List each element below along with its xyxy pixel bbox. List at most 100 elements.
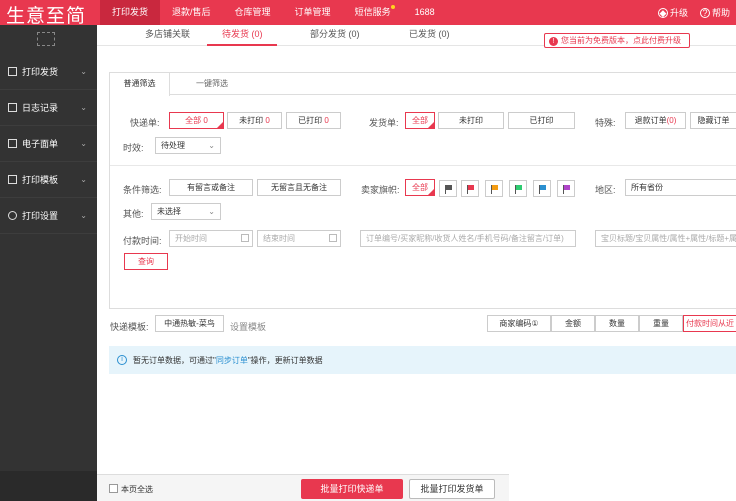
region-select[interactable]: 所有省份 bbox=[625, 179, 736, 196]
sidebar-item-label: 日志记录 bbox=[22, 103, 59, 113]
calendar-icon bbox=[329, 234, 337, 242]
hidden-orders-button[interactable]: 隐藏订单 bbox=[690, 112, 736, 129]
upgrade-notice[interactable]: ! 您当前为免费版本，点此付费升级 bbox=[544, 33, 690, 48]
tab-shipped[interactable]: 已发货 (0) bbox=[409, 27, 450, 40]
tab-quick-filter[interactable]: 一键筛选 bbox=[182, 73, 242, 95]
express-label: 快递单: bbox=[130, 118, 160, 128]
active-tab-indicator bbox=[207, 44, 277, 46]
flag-icon bbox=[468, 185, 474, 190]
help-link[interactable]: ? 帮助 bbox=[699, 6, 730, 19]
alert-icon: ! bbox=[549, 37, 558, 46]
other-select[interactable]: 未选择 ⌄ bbox=[151, 203, 221, 220]
special-label: 特殊: bbox=[595, 118, 616, 128]
sort-amount-button[interactable]: 金额 bbox=[551, 315, 595, 332]
sort-quantity-button[interactable]: 数量 bbox=[595, 315, 639, 332]
tab-pending-ship[interactable]: 待发货 (0) bbox=[222, 27, 263, 40]
flag-green-button[interactable] bbox=[509, 180, 527, 197]
express-template-button[interactable]: 中通热敏-菜鸟 bbox=[155, 315, 224, 332]
sidebar-item-label: 打印发货 bbox=[22, 67, 59, 77]
express-all-count: 0 bbox=[203, 116, 208, 125]
sidebar-item-print-ship[interactable]: 打印发货 ⌄ bbox=[0, 54, 97, 90]
top-right-actions: ◆ 升级 ? 帮助 bbox=[657, 0, 730, 25]
express-printed-label: 已打印 bbox=[298, 116, 323, 125]
nav-1688[interactable]: 1688 bbox=[403, 0, 447, 25]
pay-time-label: 付款时间: bbox=[123, 236, 162, 246]
info-text-after: "操作，更新订单数据 bbox=[247, 356, 323, 365]
log-icon bbox=[8, 103, 17, 112]
express-unprinted-label: 未打印 bbox=[239, 116, 264, 125]
upgrade-link[interactable]: ◆ 升级 bbox=[657, 6, 688, 19]
invoice-all-button[interactable]: 全部 bbox=[405, 112, 435, 129]
info-icon: i bbox=[117, 355, 127, 365]
select-all-checkbox[interactable] bbox=[109, 484, 118, 493]
batch-print-express-button[interactable]: 批量打印快递单 bbox=[301, 479, 403, 499]
sidebar: 打印发货 ⌄ 日志记录 ⌄ 电子面单 ⌄ 打印模板 ⌄ 打印设置 ⌄ bbox=[0, 25, 97, 501]
sidebar-item-ewaybill[interactable]: 电子面单 ⌄ bbox=[0, 126, 97, 162]
sort-paytime-button[interactable]: 付款时间从近 bbox=[683, 315, 736, 332]
search-button[interactable]: 查询 bbox=[124, 253, 168, 270]
tab-multi-shop[interactable]: 多店铺关联 bbox=[145, 27, 190, 40]
sort-seller-code-button[interactable]: 商家编码① bbox=[487, 315, 551, 332]
seller-flag-label: 卖家旗帜: bbox=[361, 185, 400, 195]
sidebar-item-settings[interactable]: 打印设置 ⌄ bbox=[0, 198, 97, 234]
nav-sms[interactable]: 短信服务 bbox=[343, 0, 403, 25]
sidebar-item-label: 电子面单 bbox=[22, 139, 59, 149]
flag-purple-button[interactable] bbox=[557, 180, 575, 197]
flag-gray-button[interactable] bbox=[439, 180, 457, 197]
template-icon bbox=[8, 175, 17, 184]
app-logo[interactable]: 生意至简 bbox=[6, 1, 86, 28]
nav-orders[interactable]: 订单管理 bbox=[283, 0, 343, 25]
refund-orders-count: (0) bbox=[666, 116, 677, 125]
sidebar-footer bbox=[0, 471, 97, 501]
template-settings-link[interactable]: 设置模板 bbox=[230, 320, 266, 333]
seller-flag-all-button[interactable]: 全部 bbox=[405, 179, 435, 196]
calendar-icon bbox=[241, 234, 249, 242]
chevron-down-icon: ⌄ bbox=[80, 67, 87, 76]
express-unprinted-count: 0 bbox=[265, 116, 270, 125]
sync-orders-link[interactable]: 同步订单 bbox=[216, 356, 248, 365]
invoice-unprinted-button[interactable]: 未打印 bbox=[438, 112, 504, 129]
bottom-action-bar: 本页全选 批量打印快递单 批量打印发货单 bbox=[97, 474, 509, 501]
express-unprinted-button[interactable]: 未打印 0 bbox=[227, 112, 282, 129]
end-time-input[interactable]: 结束时间 bbox=[257, 230, 341, 247]
sidebar-item-label: 打印设置 bbox=[22, 211, 59, 221]
chevron-down-icon: ⌄ bbox=[80, 211, 87, 220]
nav-print-ship[interactable]: 打印发货 bbox=[100, 0, 161, 25]
sidebar-item-logs[interactable]: 日志记录 ⌄ bbox=[0, 90, 97, 126]
printer-icon bbox=[8, 67, 17, 76]
gear-icon bbox=[8, 211, 17, 220]
flag-blue-button[interactable] bbox=[533, 180, 551, 197]
refund-orders-button[interactable]: 退款订单(0) bbox=[625, 112, 686, 129]
batch-print-invoice-button[interactable]: 批量打印发货单 bbox=[409, 479, 495, 499]
aging-label: 时效: bbox=[123, 143, 144, 153]
product-search-input[interactable]: 宝贝标题/宝贝属性/属性+属性/标题+属性 bbox=[595, 230, 736, 247]
chevron-down-icon: ⌄ bbox=[80, 175, 87, 184]
flag-orange-button[interactable] bbox=[485, 180, 503, 197]
nav-warehouse[interactable]: 仓库管理 bbox=[223, 0, 283, 25]
order-search-input[interactable]: 订单编号/买家昵称/收货人姓名/手机号码/备注留言/订单) bbox=[360, 230, 576, 247]
empty-info-bar: i 暂无订单数据，可通过"同步订单"操作，更新订单数据 bbox=[109, 346, 736, 374]
sort-weight-button[interactable]: 重量 bbox=[639, 315, 683, 332]
info-text: 暂无订单数据，可通过"同步订单"操作，更新订单数据 bbox=[133, 355, 323, 366]
flag-red-button[interactable] bbox=[461, 180, 479, 197]
aging-select[interactable]: 待处理 ⌄ bbox=[155, 137, 221, 154]
express-all-button[interactable]: 全部 0 bbox=[169, 112, 224, 129]
template-label: 快递模板: bbox=[110, 322, 149, 332]
start-time-placeholder: 开始时间 bbox=[175, 234, 207, 243]
help-label: 帮助 bbox=[711, 8, 730, 18]
tab-normal-filter[interactable]: 普通筛选 bbox=[110, 73, 170, 96]
aging-value: 待处理 bbox=[161, 141, 185, 150]
nav-refund[interactable]: 退款/售后 bbox=[160, 0, 223, 25]
start-time-input[interactable]: 开始时间 bbox=[169, 230, 253, 247]
chevron-down-icon: ⌄ bbox=[208, 141, 215, 150]
cond-no-note-button[interactable]: 无留言且无备注 bbox=[257, 179, 341, 196]
chevron-down-icon: ⌄ bbox=[80, 103, 87, 112]
sidebar-grip-icon[interactable] bbox=[37, 32, 55, 46]
cond-has-note-button[interactable]: 有留言或备注 bbox=[169, 179, 253, 196]
express-printed-button[interactable]: 已打印 0 bbox=[286, 112, 341, 129]
sidebar-item-templates[interactable]: 打印模板 ⌄ bbox=[0, 162, 97, 198]
invoice-printed-button[interactable]: 已打印 bbox=[508, 112, 575, 129]
new-dot-icon bbox=[390, 5, 395, 9]
tab-partial-ship[interactable]: 部分发货 (0) bbox=[310, 27, 360, 40]
flag-icon bbox=[516, 185, 522, 190]
